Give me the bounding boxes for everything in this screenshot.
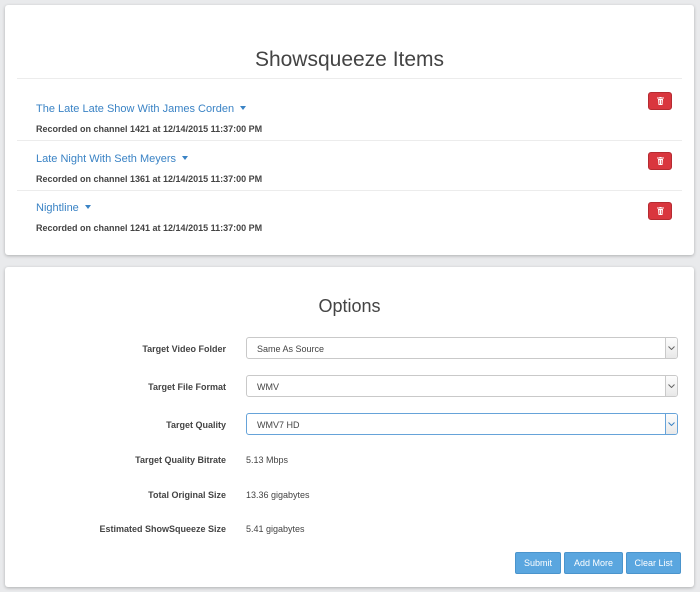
caret-down-icon <box>182 156 189 161</box>
items-panel-title: Showsqueeze Items <box>254 48 445 71</box>
item-divider <box>17 190 682 191</box>
target-quality-bitrate-value: 5.13 Mbps <box>246 455 289 465</box>
list-item: Late Night With Seth Meyers Recorded on … <box>5 152 694 202</box>
item-title-link[interactable]: The Late Late Show With James Corden <box>36 103 247 115</box>
target-quality-bitrate-label: Target Quality Bitrate <box>135 455 226 465</box>
delete-item-button[interactable] <box>648 92 672 110</box>
item-title: Nightline <box>36 202 79 214</box>
target-quality-label: Target Quality <box>166 420 226 430</box>
estimated-size-value: 5.41 gigabytes <box>246 524 305 534</box>
estimated-size-label: Estimated ShowSqueeze Size <box>99 524 226 534</box>
clear-list-button[interactable]: Clear List <box>626 552 681 574</box>
chevron-down-icon <box>665 376 677 396</box>
delete-item-button[interactable] <box>648 152 672 170</box>
trash-icon <box>657 157 664 165</box>
title-divider <box>17 78 682 79</box>
trash-icon <box>657 207 664 215</box>
options-panel-title: Options <box>318 296 381 316</box>
item-title: The Late Late Show With James Corden <box>36 103 235 115</box>
item-title-link[interactable]: Nightline <box>36 202 91 214</box>
target-quality-value: WMV7 HD <box>257 420 300 430</box>
item-recording-info: Recorded on channel 1241 at 12/14/2015 1… <box>36 223 263 233</box>
target-file-format-label: Target File Format <box>148 382 226 392</box>
item-recording-info: Recorded on channel 1361 at 12/14/2015 1… <box>36 174 263 184</box>
options-panel: Options Target Video Folder Same As Sour… <box>5 267 694 587</box>
target-video-folder-value: Same As Source <box>257 344 325 354</box>
target-video-folder-label: Target Video Folder <box>142 344 226 354</box>
total-original-size-label: Total Original Size <box>148 490 226 500</box>
chevron-down-icon <box>665 414 677 434</box>
target-file-format-value: WMV <box>257 382 279 392</box>
list-item: The Late Late Show With James Corden Rec… <box>5 92 694 152</box>
showsqueeze-items-panel: Showsqueeze Items The Late Late Show Wit… <box>5 5 694 255</box>
chevron-down-icon <box>665 338 677 358</box>
caret-down-icon <box>240 106 247 111</box>
list-item: Nightline Recorded on channel 1241 at 12… <box>5 202 694 251</box>
target-file-format-select[interactable]: WMV <box>246 375 678 397</box>
caret-down-icon <box>84 205 91 210</box>
item-recording-info: Recorded on channel 1421 at 12/14/2015 1… <box>36 124 263 134</box>
delete-item-button[interactable] <box>648 202 672 220</box>
trash-icon <box>657 97 664 105</box>
target-quality-select[interactable]: WMV7 HD <box>246 413 678 435</box>
item-divider <box>17 140 682 141</box>
target-video-folder-select[interactable]: Same As Source <box>246 337 678 359</box>
item-title: Late Night With Seth Meyers <box>36 153 177 165</box>
submit-button[interactable]: Submit <box>515 552 561 574</box>
item-title-link[interactable]: Late Night With Seth Meyers <box>36 153 189 165</box>
add-more-button[interactable]: Add More <box>564 552 623 574</box>
total-original-size-value: 13.36 gigabytes <box>246 490 310 500</box>
